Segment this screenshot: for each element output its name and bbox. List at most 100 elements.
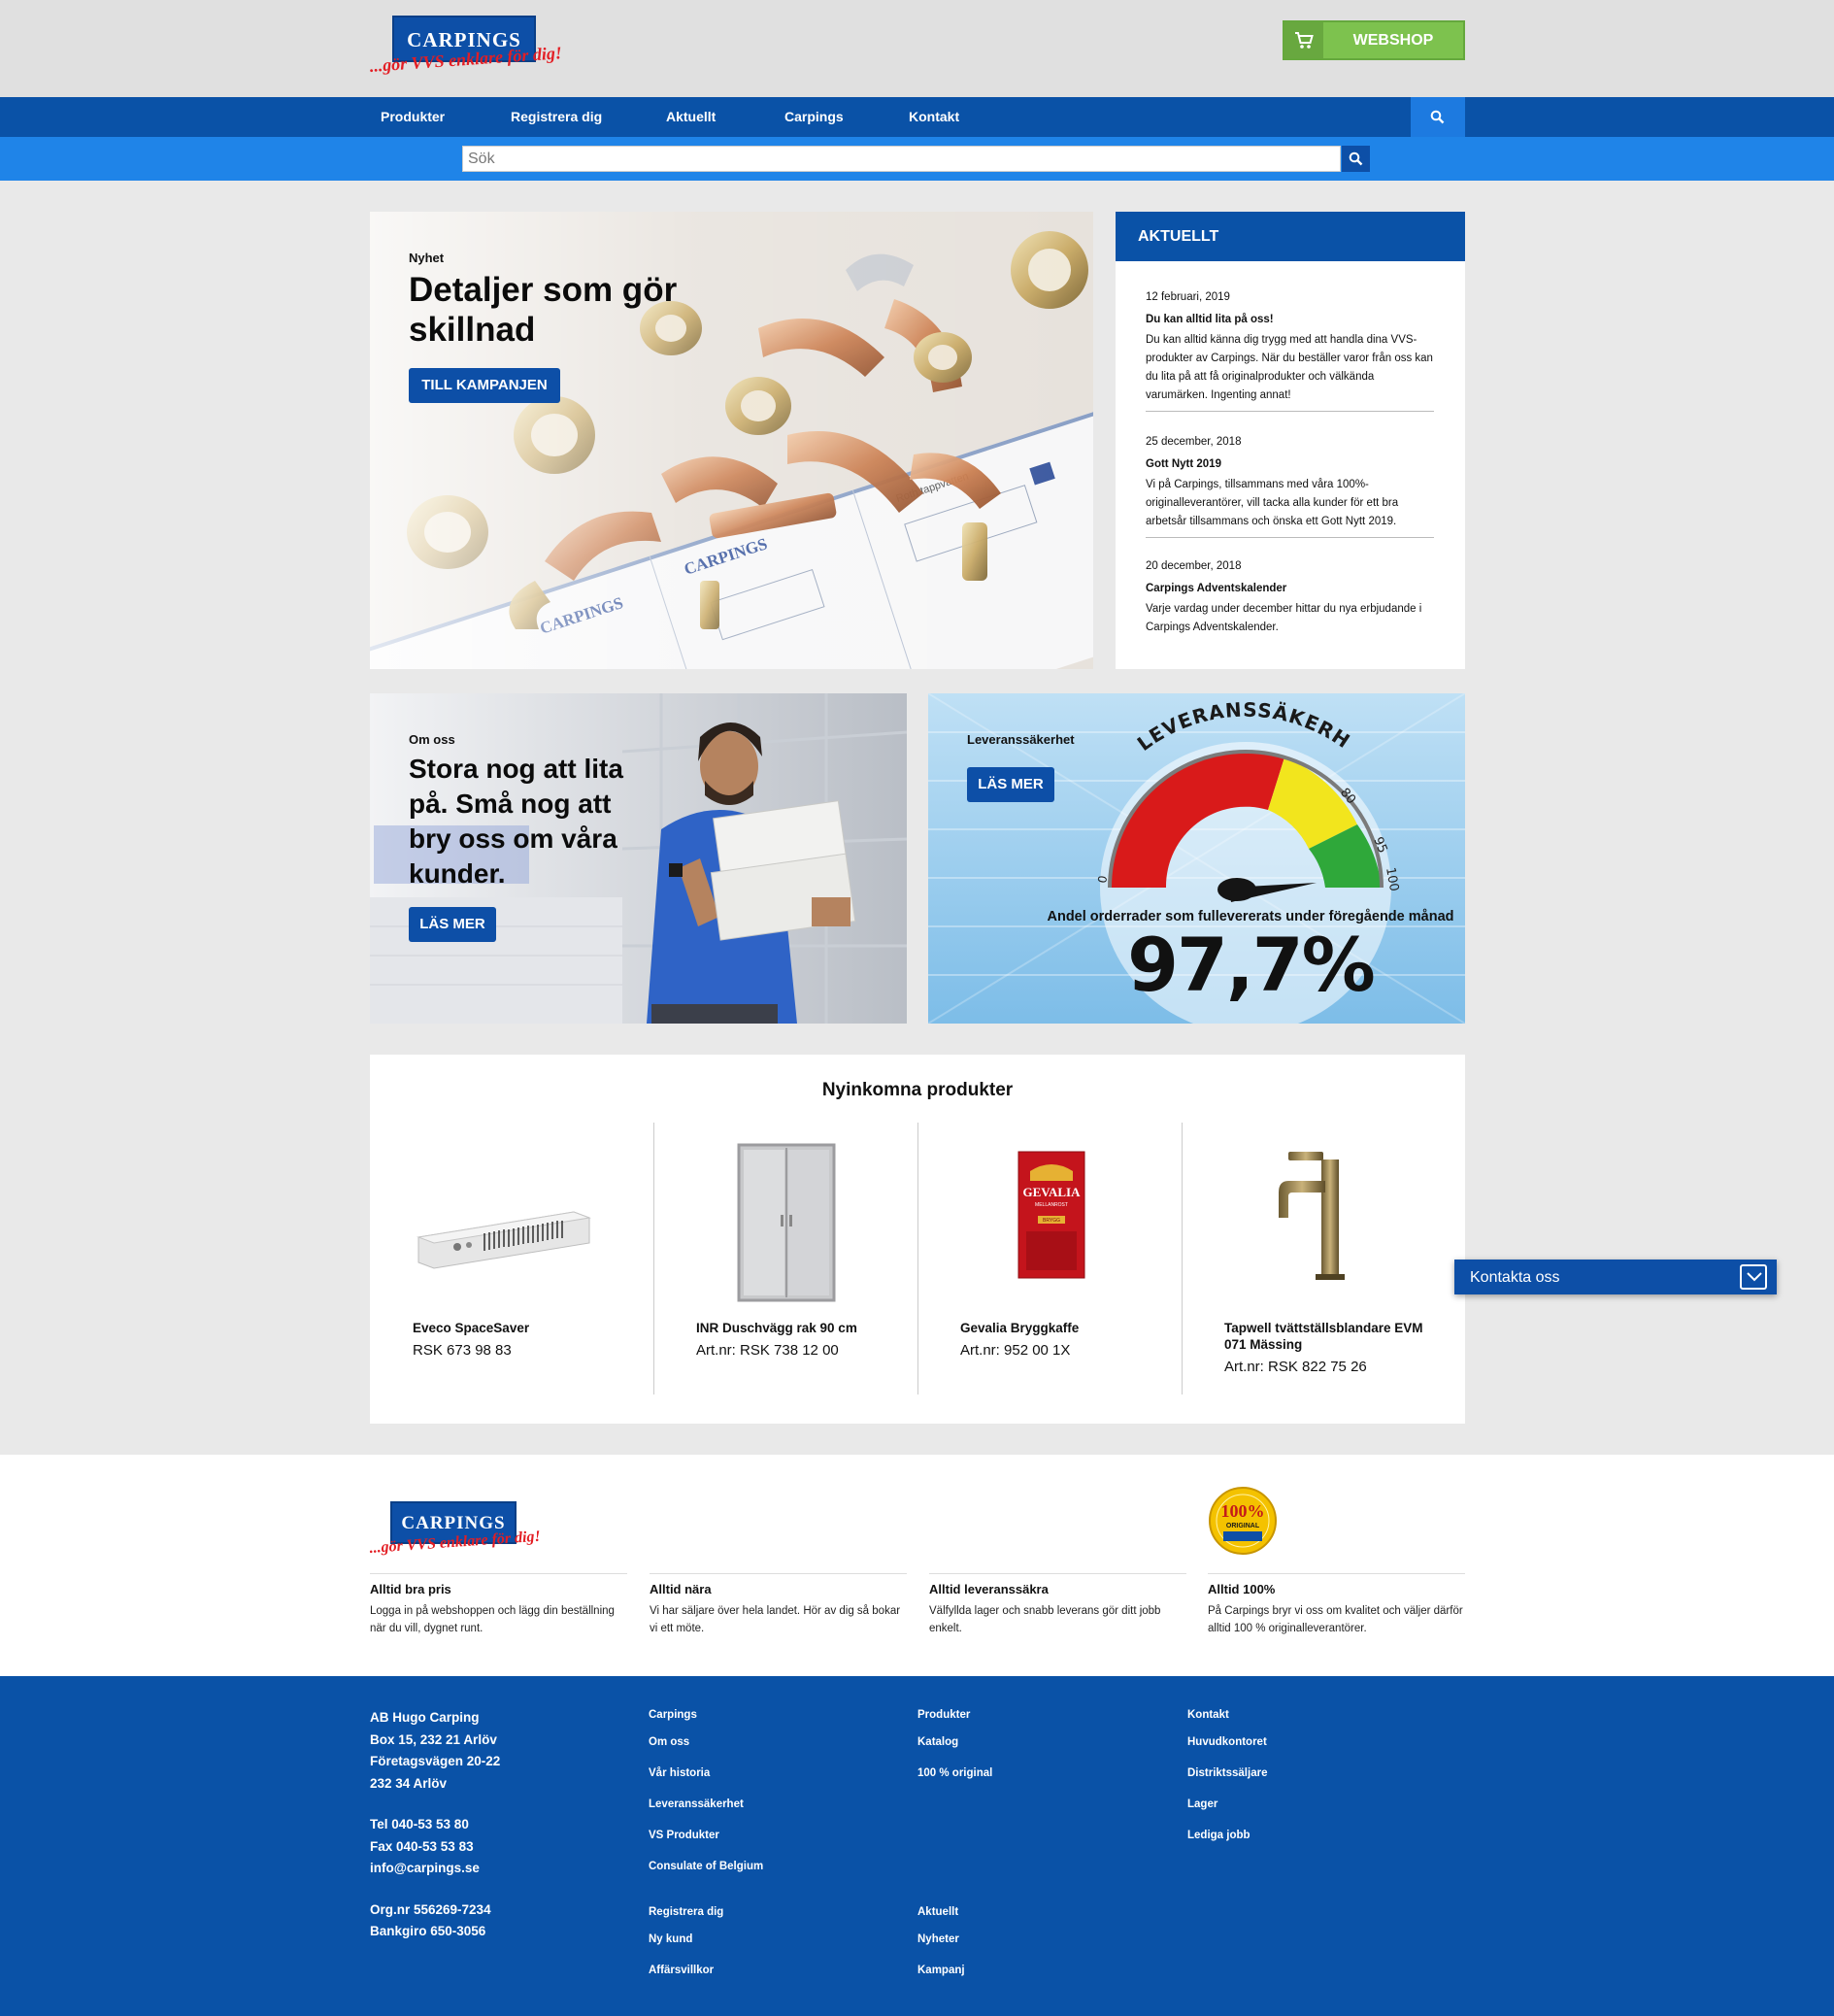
feature-item: Alltid bra pris Logga in på webshoppen o…	[370, 1573, 627, 1637]
feature-item: Alltid 100% På Carpings bryr vi oss om k…	[1208, 1573, 1465, 1637]
footer-link[interactable]: Katalog	[917, 1736, 992, 1767]
news-text: Du kan alltid känna dig trygg med att ha…	[1146, 334, 1433, 401]
webshop-button[interactable]: WEBSHOP	[1283, 20, 1465, 60]
news-title[interactable]: Gott Nytt 2019	[1146, 455, 1434, 474]
site-footer: AB Hugo Carping Box 15, 232 21 Arlöv För…	[0, 1676, 1834, 2016]
delivery-value: 97,7%	[1127, 922, 1374, 1008]
footer-link[interactable]: 100 % original	[917, 1767, 992, 1798]
news-text: Vi på Carpings, tillsammans med våra 100…	[1146, 479, 1399, 527]
address-line: 232 34 Arlöv	[370, 1775, 448, 1791]
webshop-label: WEBSHOP	[1352, 32, 1434, 49]
footer-link[interactable]: Om oss	[649, 1736, 763, 1767]
news-panel-title: AKTUELLT	[1116, 212, 1465, 261]
main-nav: Produkter Registrera dig Aktuellt Carpin…	[0, 97, 1834, 137]
about-kicker: Om oss	[409, 732, 455, 747]
radiator-icon	[417, 1211, 591, 1269]
footer-link[interactable]: Vår historia	[649, 1767, 763, 1798]
products-title: Nyinkomna produkter	[821, 1080, 1014, 1100]
footer-link[interactable]: Ny kund	[649, 1933, 723, 1965]
footer-link[interactable]: Lediga jobb	[1187, 1830, 1267, 1861]
phone-line[interactable]: Tel 040-53 53 80	[370, 1814, 500, 1836]
search-icon	[1349, 151, 1363, 166]
product-art-number: Art.nr: RSK 822 75 26	[1224, 1359, 1367, 1375]
footer-link[interactable]: Consulate of Belgium	[649, 1861, 763, 1892]
footer-col-carpings: Carpings Om oss Vår historia Leveranssäk…	[649, 1709, 763, 1892]
footer-col-title: Produkter	[917, 1709, 971, 1721]
nav-search-button[interactable]	[1411, 97, 1465, 137]
product-divider	[917, 1123, 918, 1394]
product-divider	[1182, 1123, 1183, 1394]
about-title-line: kunder.	[409, 858, 506, 889]
hero-title-line2: skillnad	[409, 311, 536, 350]
address-line: AB Hugo Carping	[370, 1710, 480, 1725]
product-name[interactable]: Tapwell tvättställsblandare EVM 071 Mäss…	[1224, 1320, 1438, 1353]
nav-item-kontakt[interactable]: Kontakt	[909, 109, 959, 124]
product-card[interactable]: INR Duschvägg rak 90 cm Art.nr: RSK 738 …	[653, 1123, 917, 1394]
bankgiro-line: Bankgiro 650-3056	[370, 1924, 486, 1938]
footer-link[interactable]: Distriktssäljare	[1187, 1767, 1267, 1798]
original-seal-icon: 100% ORIGINAL	[1209, 1487, 1277, 1555]
contact-widget[interactable]: Kontakta oss	[1454, 1260, 1777, 1294]
product-card[interactable]: Eveco SpaceSaver RSK 673 98 83	[370, 1123, 634, 1394]
pack-sub: MELLANROST	[1035, 1202, 1068, 1208]
footer-col-title: Kontakt	[1187, 1709, 1229, 1721]
feature-title: Alltid leveranssäkra	[929, 1582, 1049, 1596]
news-item[interactable]: 25 december, 2018 Gott Nytt 2019 Vi på C…	[1146, 433, 1434, 538]
footer-link[interactable]: Nyheter	[917, 1933, 965, 1965]
footer-col-produkter: Produkter Katalog 100 % original	[917, 1709, 992, 1798]
nav-item-registrera[interactable]: Registrera dig	[511, 109, 602, 124]
feature-text: Välfyllda lager och snabb leverans gör d…	[929, 1605, 1161, 1634]
nav-item-aktuellt[interactable]: Aktuellt	[666, 109, 716, 124]
address-line: Box 15, 232 21 Arlöv	[370, 1731, 497, 1747]
news-text: Varje vardag under december hittar du ny…	[1146, 603, 1422, 633]
campaign-button[interactable]: TILL KAMPANJEN	[409, 368, 560, 403]
product-art-number: Art.nr: 952 00 1X	[960, 1342, 1071, 1359]
product-divider	[653, 1123, 654, 1394]
footer-link[interactable]: Kampanj	[917, 1965, 965, 1996]
email-link[interactable]: info@carpings.se	[370, 1858, 500, 1880]
nav-item-produkter[interactable]: Produkter	[381, 109, 445, 124]
product-art-number: Art.nr: RSK 738 12 00	[696, 1342, 839, 1359]
chevron-down-icon[interactable]	[1740, 1264, 1767, 1290]
footer-link[interactable]: VS Produkter	[649, 1830, 763, 1861]
about-card: Om oss Stora nog att lita på. Små nog at…	[370, 693, 907, 1024]
footer-col-title: Carpings	[649, 1709, 697, 1721]
footer-link[interactable]: Lager	[1187, 1798, 1267, 1830]
coffee-pack-icon: GEVALIA MELLANROST BRYGG	[1017, 1151, 1085, 1279]
footer-logo: CARPINGS ...gör VVS enklare för dig!	[369, 1501, 568, 1565]
feature-title: Alltid bra pris	[370, 1582, 451, 1596]
news-date: 25 december, 2018	[1146, 436, 1242, 448]
news-date: 20 december, 2018	[1146, 560, 1242, 572]
news-title[interactable]: Carpings Adventskalender	[1146, 580, 1434, 598]
product-name[interactable]: Gevalia Bryggkaffe	[960, 1320, 1174, 1336]
news-title[interactable]: Du kan alltid lita på oss!	[1146, 311, 1434, 329]
hero-kicker: Nyhet	[409, 251, 445, 265]
news-item[interactable]: 12 februari, 2019 Du kan alltid lita på …	[1146, 288, 1434, 412]
pack-label: BRYGG	[1043, 1218, 1060, 1224]
feature-title: Alltid nära	[650, 1582, 712, 1596]
footer-link[interactable]: Affärsvillkor	[649, 1965, 723, 1996]
delivery-read-more-button[interactable]: LÄS MER	[967, 767, 1054, 802]
delivery-kicker: Leveranssäkerhet	[967, 732, 1075, 747]
about-title: Stora nog att lita på. Små nog att bry o…	[409, 752, 623, 891]
footer-link[interactable]: Huvudkontoret	[1187, 1736, 1267, 1767]
feature-text: Logga in på webshoppen och lägg din best…	[370, 1605, 615, 1634]
news-date: 12 februari, 2019	[1146, 291, 1230, 303]
nav-item-carpings[interactable]: Carpings	[784, 109, 844, 124]
carpings-logo[interactable]: CARPINGS ...gör VVS enklare för dig!	[369, 16, 568, 80]
about-title-line: på. Små nog att	[409, 789, 612, 819]
about-read-more-button[interactable]: LÄS MER	[409, 907, 496, 942]
product-name[interactable]: Eveco SpaceSaver	[413, 1320, 626, 1336]
contact-widget-label: Kontakta oss	[1470, 1269, 1560, 1286]
news-item[interactable]: 20 december, 2018 Carpings Adventskalend…	[1146, 557, 1434, 637]
footer-col-title: Registrera dig	[649, 1906, 724, 1918]
search-input[interactable]	[462, 146, 1341, 172]
product-card[interactable]: Tapwell tvättställsblandare EVM 071 Mäss…	[1182, 1123, 1446, 1394]
product-name[interactable]: INR Duschvägg rak 90 cm	[696, 1320, 910, 1336]
search-submit-button[interactable]	[1342, 146, 1370, 172]
footer-link[interactable]: Leveranssäkerhet	[649, 1798, 763, 1830]
search-icon	[1430, 110, 1445, 124]
product-card[interactable]: GEVALIA MELLANROST BRYGG Gevalia Bryggka…	[917, 1123, 1182, 1394]
